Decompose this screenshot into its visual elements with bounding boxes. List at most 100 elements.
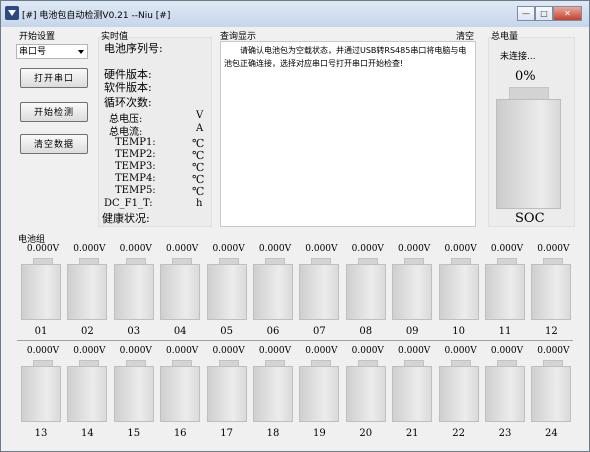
cell-voltage: 0.000V [258,346,292,356]
cell-body [67,366,108,422]
cell-body [113,264,154,320]
clear-data-button[interactable]: 清空数据 [20,134,88,154]
maximize-button[interactable]: □ [535,6,553,21]
health-status-label: 健康状况: [102,212,150,225]
cell-number: 12 [545,326,558,337]
cell-number: 24 [545,428,558,439]
connection-status: 未连接... [500,52,536,62]
cell-body [345,366,386,422]
cell-number: 21 [405,428,419,439]
serial-number-label: 电池序列号: [104,42,163,55]
query-header: 查询显示 清空 [220,29,476,42]
cell-voltage: 0.000V [490,346,524,356]
app-icon [5,6,19,20]
cell-number: 16 [173,428,187,439]
cell-voltage: 0.000V [537,244,570,254]
cell-number: 08 [359,326,373,337]
cell-number: 06 [266,326,280,337]
query-output-textbox[interactable]: 请确认电池包为空载状态，并通过USB转RS485串口将电脑与电池包正确连接，选择… [220,41,476,227]
soc-label: SOC [515,211,545,226]
cell-body [392,264,433,320]
cell-voltage: 0.000V [166,244,199,254]
cell-number: 14 [81,428,94,439]
cell-body [67,264,108,320]
cell-body [299,264,340,320]
cell-voltage: 0.000V [258,244,292,254]
cell-number: 03 [127,326,141,337]
cell-number: 23 [498,428,512,439]
capacity-percent: 0% [515,69,536,84]
cell-body [206,366,247,422]
cell-number: 20 [359,428,373,439]
cell-body [160,264,201,320]
start-test-button[interactable]: 开始检测 [20,102,88,122]
cell-number: 19 [313,428,326,439]
cell-voltage: 0.000V [73,346,106,356]
open-port-button[interactable]: 打开串口 [20,68,88,88]
cell-voltage: 0.000V [490,244,524,254]
cell-number: 15 [127,428,141,439]
cell-body [531,366,572,422]
cell-body [438,366,479,422]
cell-number: 01 [34,326,48,337]
cell-body [21,264,61,320]
cell-number: 18 [266,428,280,439]
cell-voltage: 0.000V [26,346,60,356]
cell-number: 17 [220,428,233,439]
serial-port-combo-value: 串口号 [19,47,47,57]
cell-number: 22 [452,428,465,439]
cell-number: 11 [498,326,512,337]
cell-body [160,366,201,422]
temp4-label: TEMP4: [115,173,156,184]
query-message: 请确认电池包为空载状态，并通过USB转RS485串口将电脑与电池包正确连接，选择… [224,46,467,68]
temp5-unit: ℃ [192,185,205,198]
cell-number: 07 [313,326,326,337]
temp3-label: TEMP3: [115,161,156,172]
cell-body [438,264,479,320]
current-unit: A [196,123,204,134]
temp1-label: TEMP1: [115,137,156,148]
cell-number: 04 [173,326,187,337]
cell-voltage: 0.000V [212,346,245,356]
close-button[interactable]: ✕ [553,6,582,21]
cell-voltage: 0.000V [305,346,338,356]
big-battery-gauge [496,99,561,209]
cell-voltage: 0.000V [73,244,106,254]
cell-body [299,366,340,422]
cell-voltage: 0.000V [305,244,338,254]
cell-voltage: 0.000V [537,346,570,356]
chevron-down-icon [78,50,84,54]
cell-body [485,264,525,320]
dc-f1-t-unit: h [196,198,203,209]
cell-body [485,366,525,422]
window-title: [#] 电池包自动检测V0.21 --Niu [#] [22,11,171,21]
dc-f1-t-label: DC_F1_T: [104,198,153,209]
cell-voltage: 0.000V [212,244,245,254]
minimize-button[interactable]: — [517,6,535,21]
voltage-unit: V [196,110,204,121]
cell-voltage: 0.000V [444,244,477,254]
cycle-count-label: 循环次数: [104,96,152,109]
cell-body [531,264,572,320]
cell-body [345,264,386,320]
cell-number: 05 [220,326,233,337]
cell-voltage: 0.000V [119,244,152,254]
cell-body [21,366,61,422]
software-version-label: 软件版本: [104,81,152,94]
cell-voltage: 0.000V [351,346,384,356]
app-window: [#] 电池包自动检测V0.21 --Niu [#] — □ ✕ 开始设置 串口… [0,0,590,452]
cell-body [392,366,433,422]
cell-voltage: 0.000V [398,346,431,356]
title-bar: [#] 电池包自动检测V0.21 --Niu [#] — □ ✕ [1,1,589,27]
cell-body [253,264,293,320]
cell-body [253,366,293,422]
serial-port-combo[interactable]: 串口号 [16,44,88,59]
capacity-label: 总电量 [491,32,519,42]
start-settings-label: 开始设置 [19,32,56,42]
cell-voltage: 0.000V [119,346,152,356]
cell-number: 10 [452,326,465,337]
cell-voltage: 0.000V [26,244,60,254]
total-current-label: 总电流: [109,127,143,138]
cell-number: 09 [405,326,419,337]
cell-number: 02 [81,326,94,337]
